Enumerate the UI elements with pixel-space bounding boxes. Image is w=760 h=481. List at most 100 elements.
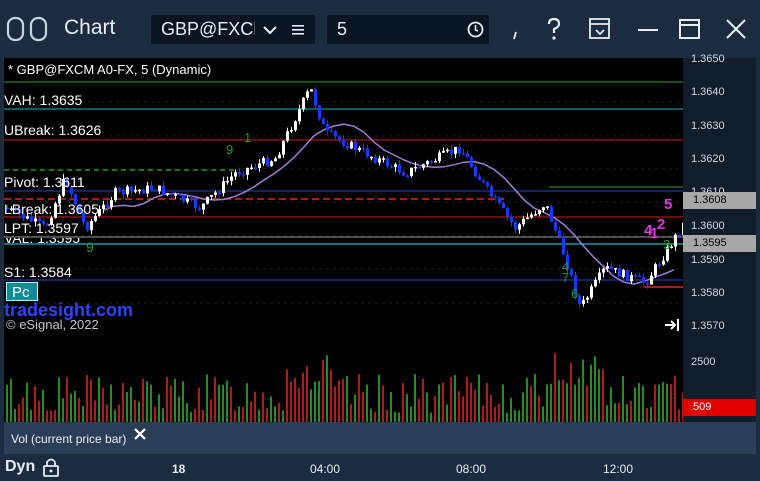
interval-selector[interactable]: 5 xyxy=(327,15,489,44)
current-price-label: 1.3608 xyxy=(683,192,756,209)
candle xyxy=(578,295,581,304)
indicator-label[interactable]: Vol (current price bar) xyxy=(11,432,126,446)
volume-bar xyxy=(214,377,216,422)
drawing-tool-icon[interactable] xyxy=(506,15,534,43)
candle xyxy=(442,150,445,153)
volume-bar xyxy=(506,412,508,422)
volume-bar xyxy=(510,397,512,422)
candle xyxy=(494,196,497,198)
volume-bar xyxy=(118,404,120,422)
save-layout-icon[interactable] xyxy=(586,15,614,43)
s1-label: S1: 1.3584 xyxy=(4,264,72,280)
volume-bar xyxy=(350,404,352,422)
count-marker: 5 xyxy=(664,196,673,213)
candle xyxy=(266,158,269,166)
volume-bar xyxy=(258,409,260,422)
lock-icon[interactable] xyxy=(42,457,60,477)
volume-bar xyxy=(414,374,416,422)
volume-bar xyxy=(314,381,316,422)
volume-bar xyxy=(470,382,472,422)
price-axis[interactable]: 1.3650 1.3640 1.3630 1.3620 1.3610 1.360… xyxy=(683,53,756,336)
count-marker: 9 xyxy=(226,142,234,157)
candle xyxy=(622,269,625,277)
volume-bar xyxy=(234,410,236,422)
candle xyxy=(322,119,325,125)
maximize-icon[interactable] xyxy=(676,15,704,43)
volume-bar xyxy=(454,375,456,422)
volume-bar xyxy=(210,399,212,422)
price-chart[interactable]: * GBP@FXCM A0-FX, 5 (Dynamic) VAH: 1.363… xyxy=(4,58,683,336)
volume-bar xyxy=(42,389,44,422)
candle xyxy=(526,217,529,220)
volume-bar xyxy=(570,362,572,422)
volume-bar xyxy=(158,394,160,422)
candle xyxy=(670,246,673,248)
close-indicator-icon[interactable] xyxy=(134,428,146,440)
volume-bar xyxy=(394,411,396,422)
volume-bar xyxy=(610,387,612,422)
symbol-selector[interactable]: GBP@FXCM xyxy=(151,15,315,44)
candle xyxy=(486,182,489,187)
volume-bar xyxy=(58,377,60,422)
list-icon[interactable] xyxy=(291,23,305,37)
candle xyxy=(466,153,469,158)
candle xyxy=(230,176,233,181)
chevron-down-icon[interactable] xyxy=(263,25,277,35)
close-icon[interactable] xyxy=(722,15,750,43)
candle xyxy=(518,224,521,230)
candle xyxy=(626,269,629,282)
candle xyxy=(350,141,353,149)
price-tick: 1.3570 xyxy=(691,320,725,332)
help-icon[interactable] xyxy=(540,15,568,43)
scroll-to-end-icon[interactable] xyxy=(664,318,682,332)
volume-bar xyxy=(406,393,408,422)
price-tick: 1.3590 xyxy=(691,254,725,266)
price-tick: 1.3630 xyxy=(691,120,725,132)
clock-icon[interactable] xyxy=(467,21,484,38)
volume-bar xyxy=(614,403,616,422)
volume-bar xyxy=(382,385,384,422)
volume-bar xyxy=(370,408,372,422)
minimize-icon[interactable] xyxy=(634,15,662,43)
volume-bar xyxy=(186,403,188,422)
candle xyxy=(178,194,181,196)
volume-bar xyxy=(50,410,52,422)
candle xyxy=(258,163,261,169)
volume-bar xyxy=(378,374,380,422)
candle xyxy=(310,89,313,92)
candle xyxy=(398,164,401,173)
dynamic-mode-label[interactable]: Dyn xyxy=(5,458,35,476)
symbol-input[interactable]: GBP@FXCM xyxy=(161,19,255,40)
candle xyxy=(314,89,317,106)
candle xyxy=(298,109,301,122)
candle xyxy=(474,166,477,177)
partial-badge[interactable]: Pc xyxy=(6,282,38,301)
candle xyxy=(546,206,549,208)
volume-bar xyxy=(106,404,108,422)
candle xyxy=(186,198,189,202)
price-tick: 1.3650 xyxy=(691,53,725,65)
candle xyxy=(206,196,209,204)
volume-bar xyxy=(74,390,76,422)
volume-bar xyxy=(30,409,32,422)
volume-bar xyxy=(562,379,564,422)
volume-bar xyxy=(18,403,20,422)
candle xyxy=(450,149,453,154)
volume-bar xyxy=(254,391,256,422)
val-price-label: 1.3595 xyxy=(683,235,756,252)
volume-bar xyxy=(94,400,96,422)
volume-bar xyxy=(642,385,644,422)
volume-pane[interactable] xyxy=(4,336,684,422)
candle xyxy=(170,193,173,195)
time-axis[interactable]: Dyn 18 04:00 08:00 12:00 xyxy=(0,454,760,481)
candle xyxy=(278,154,281,159)
candle xyxy=(394,164,397,168)
volume-bar xyxy=(566,383,568,422)
time-label: 12:00 xyxy=(603,462,634,476)
candle xyxy=(90,220,93,231)
candle xyxy=(174,194,177,196)
volume-bar xyxy=(298,387,300,422)
volume-bar xyxy=(6,384,8,422)
volume-bar xyxy=(162,408,164,422)
interval-input[interactable]: 5 xyxy=(337,19,347,40)
